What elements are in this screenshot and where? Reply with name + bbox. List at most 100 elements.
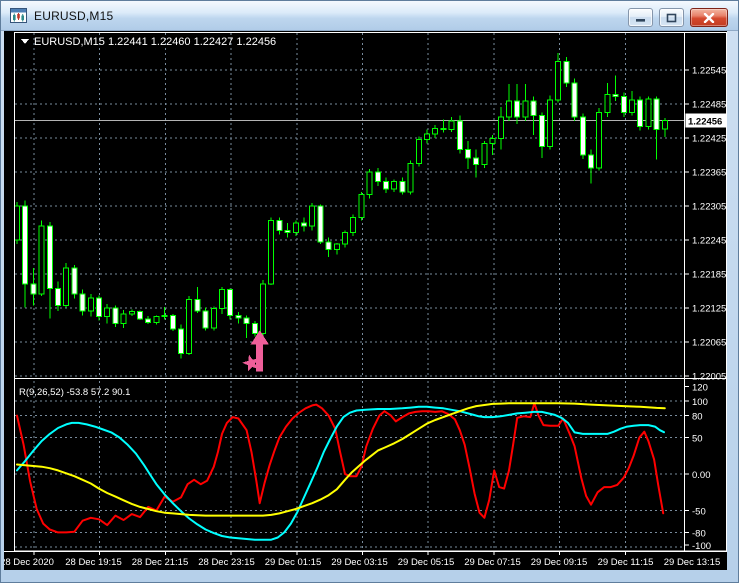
candle-body	[391, 181, 398, 190]
candle	[169, 313, 176, 331]
candle-body	[251, 322, 258, 335]
candle-body	[612, 93, 619, 98]
candle-body	[325, 241, 332, 251]
indicator-scale-label: 80	[692, 412, 703, 423]
candle-body	[342, 232, 348, 245]
candle-body	[506, 100, 512, 118]
time-axis-label: 28 Dec 23:15	[198, 557, 255, 568]
candle-body	[235, 315, 242, 319]
indicator-scale-label: -50	[692, 507, 706, 518]
candle	[596, 107, 603, 171]
close-button[interactable]	[690, 8, 728, 27]
candle-body	[161, 315, 168, 318]
chart-ohlc-header: EURUSD,M15 1.22441 1.22460 1.22427 1.224…	[34, 36, 276, 48]
candle-body	[629, 99, 635, 114]
candle-body	[620, 96, 627, 114]
indicator-scale-label: -80	[692, 528, 706, 539]
price-scale-label: 1.22185	[692, 270, 726, 281]
candle	[317, 204, 324, 245]
candle	[415, 136, 422, 167]
price-scale-label: 1.22545	[692, 66, 726, 77]
candle-body	[210, 308, 217, 329]
candle-body	[120, 313, 127, 324]
indicator-scale-label: 50	[692, 434, 703, 445]
time-axis-label: 29 Dec 01:15	[265, 557, 322, 568]
price-scale-label: 1.22245	[692, 236, 726, 247]
candle	[260, 279, 266, 336]
price-scale-label: 1.22485	[692, 100, 726, 111]
restore-icon	[666, 13, 677, 22]
candle	[186, 296, 193, 356]
candle-body	[194, 299, 201, 312]
candle	[38, 220, 45, 297]
candle-body	[284, 229, 291, 234]
candle	[63, 262, 70, 308]
indicator-scale-label: -100	[692, 541, 711, 552]
candle	[137, 310, 143, 321]
window-titlebar[interactable]: EURUSD,M15	[1, 1, 738, 31]
time-axis-label: 28 Dec 19:15	[65, 557, 122, 568]
time-axis-label: 29 Dec 03:15	[331, 557, 388, 568]
candle-body	[522, 100, 529, 118]
candle-body	[481, 143, 488, 166]
candle-body	[219, 288, 225, 310]
candle-body	[137, 311, 143, 320]
candle-body	[645, 98, 652, 128]
candle-body	[186, 299, 193, 355]
candle-body	[555, 60, 562, 101]
candle-body	[448, 120, 455, 131]
candle-body	[87, 297, 94, 312]
price-chart-svg[interactable]: EURUSD,M15 1.22441 1.22460 1.22427 1.224…	[1, 31, 727, 570]
price-scale-label: 1.22125	[692, 304, 726, 315]
time-axis-label: 29 Dec 13:15	[664, 557, 721, 568]
minimize-button[interactable]	[628, 8, 653, 27]
candle-body	[333, 243, 340, 251]
candle-body	[571, 82, 578, 118]
candle-body	[22, 205, 29, 285]
candle	[96, 295, 102, 321]
candle-body	[456, 120, 463, 150]
time-axis-label: 28 Dec 2020	[4, 557, 54, 568]
candle	[350, 214, 357, 237]
candle-body	[415, 139, 422, 165]
candle	[563, 56, 570, 88]
candle-body	[399, 181, 406, 193]
candle-body	[128, 311, 135, 315]
candle	[366, 169, 373, 199]
candle-body	[317, 205, 324, 243]
candle	[268, 217, 275, 285]
candle-body	[79, 293, 86, 312]
close-icon	[703, 12, 715, 23]
candle-body	[514, 100, 521, 118]
price-scale-label: 1.22425	[692, 134, 726, 145]
candle-body	[46, 225, 53, 289]
chart-client-area[interactable]: EURUSD,M15 1.22441 1.22460 1.22427 1.224…	[1, 31, 727, 570]
candle	[202, 307, 209, 331]
candle	[579, 113, 586, 160]
candle-body	[358, 194, 365, 218]
candle-body	[604, 93, 611, 114]
chart-window-icon[interactable]	[10, 8, 27, 23]
candle	[645, 96, 652, 130]
candle	[358, 191, 365, 221]
price-scale-label: 1.22365	[692, 168, 726, 179]
candle-body	[14, 205, 20, 241]
candle	[481, 140, 488, 169]
price-scale-label: 1.22005	[692, 372, 726, 383]
candle-body	[96, 297, 102, 318]
candle-body	[169, 315, 176, 330]
current-price-value: 1.22456	[688, 116, 722, 127]
time-axis-label: 29 Dec 07:15	[464, 557, 521, 568]
candle-body	[547, 99, 553, 148]
candle-body	[653, 98, 660, 131]
candle-body	[30, 283, 37, 295]
candle-body	[71, 267, 78, 295]
time-axis-label: 29 Dec 05:15	[398, 557, 455, 568]
candle-body	[301, 222, 307, 227]
candle-body	[63, 267, 70, 306]
candle-body	[268, 219, 275, 285]
restore-button[interactable]	[659, 8, 684, 27]
candle-body	[473, 157, 480, 166]
candle-body	[596, 112, 603, 169]
up-arrow-shaft	[256, 343, 264, 372]
